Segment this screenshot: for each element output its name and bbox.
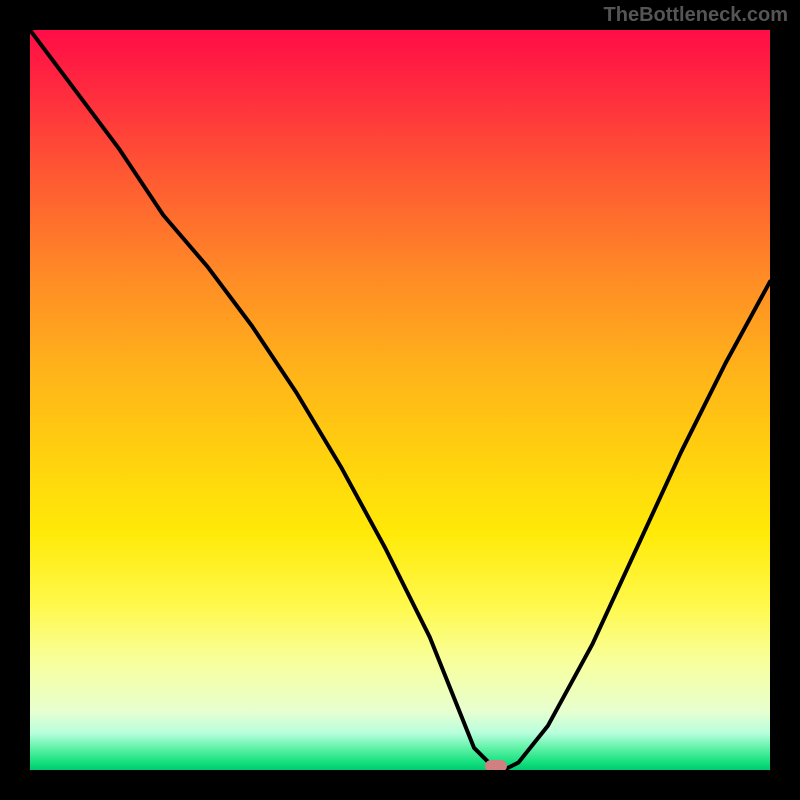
chart-frame: TheBottleneck.com [0, 0, 800, 800]
plot-area [30, 30, 770, 770]
watermark-text: TheBottleneck.com [604, 4, 788, 27]
optimal-marker [485, 760, 507, 770]
bottleneck-curve [30, 30, 770, 770]
